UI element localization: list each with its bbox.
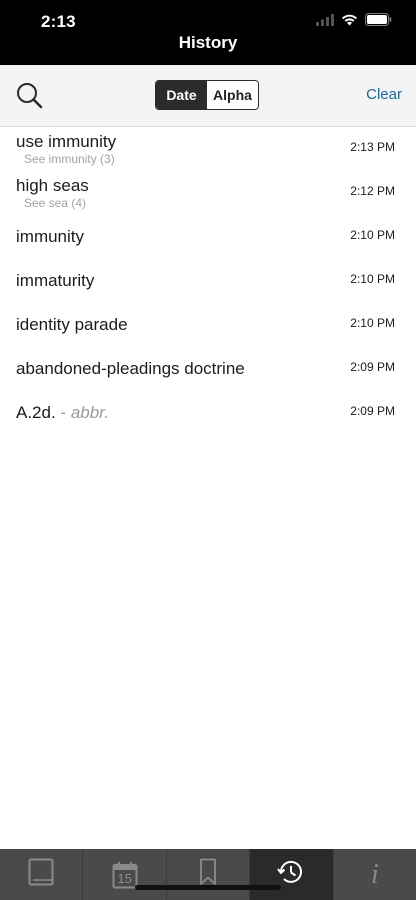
history-time: 2:10 PM	[350, 316, 395, 330]
history-time: 2:09 PM	[350, 404, 395, 418]
battery-icon	[365, 13, 392, 31]
clear-button[interactable]: Clear	[366, 86, 402, 103]
history-see-also: See sea (4)	[24, 196, 87, 210]
history-row[interactable]: use immunity See immunity (3) 2:13 PM	[0, 127, 416, 171]
history-term: abandoned-pleadings doctrine	[16, 359, 245, 378]
toolbar: Date Alpha Clear	[0, 65, 416, 127]
tab-word-of-the-day[interactable]: 15	[83, 849, 167, 900]
screen: 2:13 History Date Alpha Clear use immuni…	[0, 0, 416, 900]
page-title: History	[178, 33, 238, 52]
status-icons	[316, 13, 392, 31]
history-row[interactable]: immaturity 2:10 PM	[0, 259, 416, 303]
history-term: A.2d. - abbr.	[16, 403, 109, 423]
segment-alpha[interactable]: Alpha	[207, 81, 258, 109]
history-time: 2:13 PM	[350, 140, 395, 154]
wifi-icon	[341, 13, 358, 31]
history-term: use immunity	[16, 132, 117, 151]
book-icon	[28, 858, 54, 891]
home-indicator	[135, 885, 281, 890]
history-term: high seas	[16, 176, 89, 195]
abbr-separator: -	[55, 403, 71, 422]
history-time: 2:09 PM	[350, 360, 395, 374]
cellular-signal-icon	[316, 13, 334, 31]
search-icon	[15, 83, 45, 115]
info-icon: i	[370, 858, 379, 890]
history-time: 2:10 PM	[350, 272, 395, 286]
history-term-text: A.2d.	[16, 403, 56, 422]
history-row[interactable]: abandoned-pleadings doctrine 2:09 PM	[0, 347, 416, 391]
history-term: immunity	[16, 227, 85, 246]
calendar-day-number: 15	[117, 870, 132, 886]
tab-bookmarks[interactable]	[167, 849, 251, 900]
search-button[interactable]	[15, 81, 45, 111]
tab-info[interactable]: i	[334, 849, 416, 900]
history-term: identity parade	[16, 315, 128, 334]
history-list: use immunity See immunity (3) 2:13 PM hi…	[0, 127, 416, 435]
status-time: 2:13	[41, 12, 76, 31]
history-row[interactable]: immunity 2:10 PM	[0, 215, 416, 259]
top-bar: 2:13 History	[0, 0, 416, 65]
tab-history[interactable]	[250, 849, 334, 900]
abbr-label: abbr.	[70, 403, 109, 422]
history-see-also: See immunity (3)	[24, 152, 115, 166]
history-time: 2:12 PM	[350, 184, 395, 198]
tab-bar: 15 i	[0, 849, 416, 900]
history-time: 2:10 PM	[350, 228, 395, 242]
calendar-icon: 15	[112, 861, 138, 889]
history-term: immaturity	[16, 271, 95, 290]
history-row[interactable]: high seas See sea (4) 2:12 PM	[0, 171, 416, 215]
segment-date[interactable]: Date	[156, 81, 207, 109]
history-row[interactable]: A.2d. - abbr. 2:09 PM	[0, 391, 416, 435]
tab-dictionary[interactable]	[0, 849, 84, 900]
history-row[interactable]: identity parade 2:10 PM	[0, 303, 416, 347]
sort-segmented-control: Date Alpha	[155, 80, 259, 110]
